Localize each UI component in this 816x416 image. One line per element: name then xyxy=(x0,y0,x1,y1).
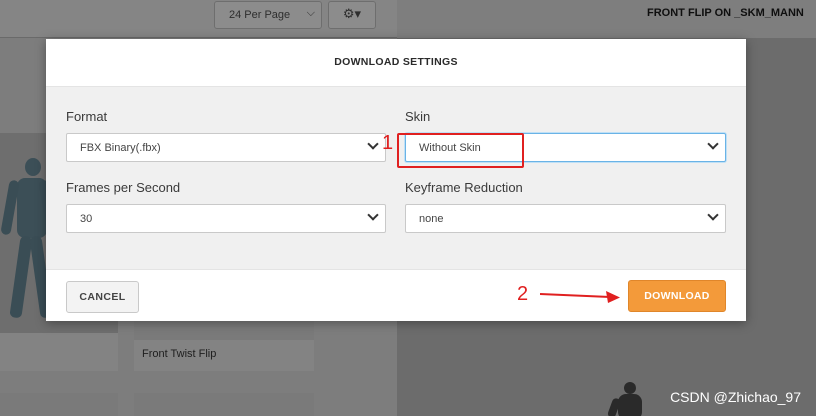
watermark-text: CSDN @Zhichao_97 xyxy=(670,389,801,405)
per-page-select[interactable]: 24 Per Page ⌵ xyxy=(214,1,322,29)
animation-card-label: Front Twist Flip xyxy=(134,340,314,371)
format-label: Format xyxy=(66,109,108,124)
dialog-title: DOWNLOAD SETTINGS xyxy=(46,39,746,87)
animation-card[interactable] xyxy=(0,393,118,416)
keyframe-reduction-value: none xyxy=(419,213,444,225)
settings-dropdown-button[interactable]: ⚙▾ xyxy=(328,1,376,29)
animation-card[interactable] xyxy=(134,393,314,416)
fps-label: Frames per Second xyxy=(66,180,181,195)
chevron-down-icon xyxy=(367,209,379,221)
keyframe-reduction-select[interactable]: none xyxy=(405,204,726,233)
chevron-down-icon xyxy=(707,138,719,150)
animation-card-label xyxy=(0,333,118,371)
dialog-footer: CANCEL DOWNLOAD xyxy=(46,269,746,321)
arrow-right-icon xyxy=(540,291,620,303)
chevron-down-icon xyxy=(707,209,719,221)
fps-value: 30 xyxy=(80,213,93,225)
annotation-marker-1: 1 xyxy=(382,132,394,154)
chevron-down-icon: ⌵ xyxy=(306,7,315,19)
dialog-body: Format FBX Binary(.fbx) Skin Without Ski… xyxy=(46,87,746,269)
download-settings-dialog: DOWNLOAD SETTINGS Format FBX Binary(.fbx… xyxy=(46,39,746,321)
animation-title: FRONT FLIP ON _SKM_MANN xyxy=(647,7,804,19)
skin-label: Skin xyxy=(405,109,431,124)
fps-select[interactable]: 30 xyxy=(66,204,386,233)
cancel-button[interactable]: CANCEL xyxy=(66,281,139,313)
annotation-highlight-box xyxy=(397,133,524,168)
format-select[interactable]: FBX Binary(.fbx) xyxy=(66,133,386,162)
preview-header xyxy=(397,0,816,38)
chevron-down-icon xyxy=(367,138,379,150)
per-page-label: 24 Per Page xyxy=(229,9,291,21)
format-value: FBX Binary(.fbx) xyxy=(80,142,161,154)
gear-icon: ⚙▾ xyxy=(342,7,362,22)
download-button[interactable]: DOWNLOAD xyxy=(628,280,726,312)
annotation-marker-2: 2 xyxy=(517,283,529,305)
keyframe-reduction-label: Keyframe Reduction xyxy=(405,180,523,195)
